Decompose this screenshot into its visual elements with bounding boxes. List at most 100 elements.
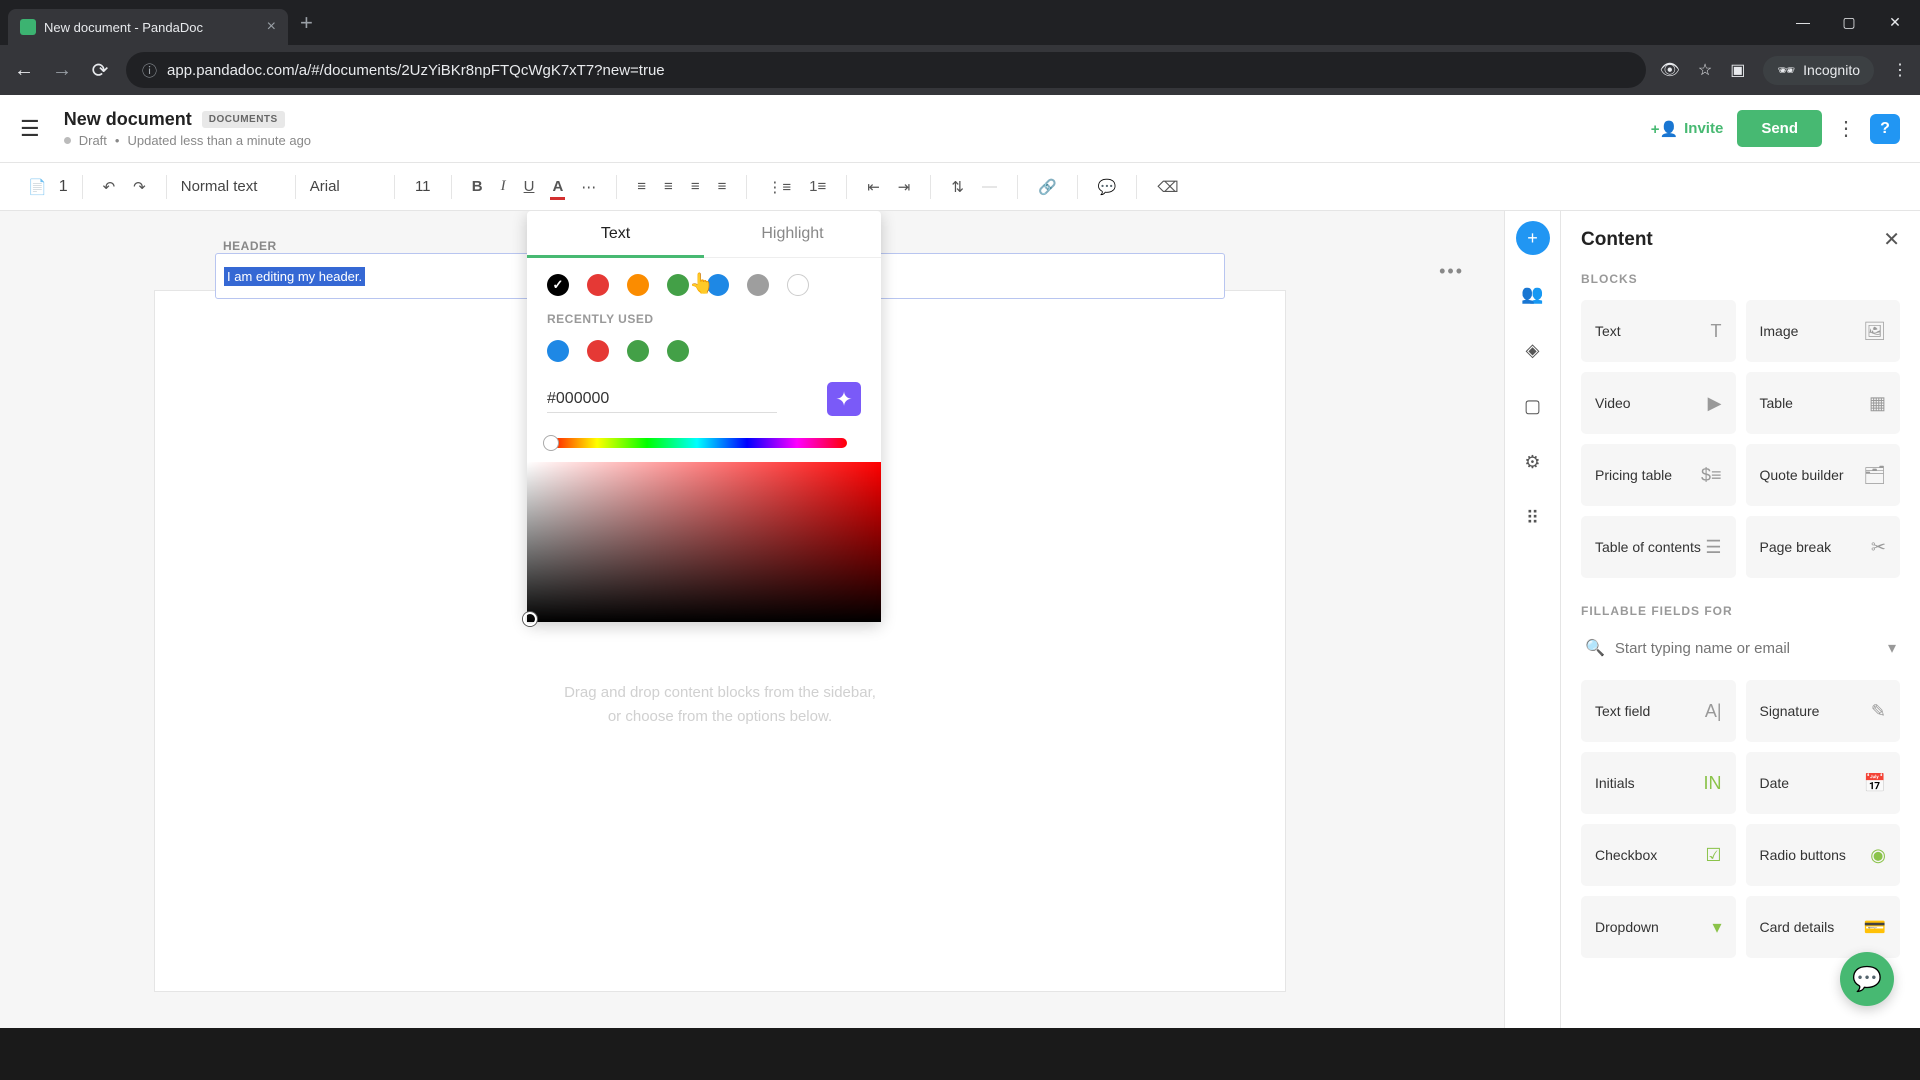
align-justify-icon[interactable]: ≡ [712, 174, 733, 199]
font-size-input[interactable]: 11 [409, 178, 437, 195]
swatch-gray[interactable] [747, 274, 769, 296]
close-window-icon[interactable]: ✕ [1886, 14, 1904, 31]
chat-bubble-button[interactable]: 💬 [1840, 952, 1894, 1006]
swatch-blue[interactable] [707, 274, 729, 296]
recent-swatch-3[interactable] [627, 340, 649, 362]
font-family-select[interactable]: Arial [310, 178, 380, 195]
hue-thumb[interactable] [543, 435, 559, 451]
workflow-icon[interactable]: ⚙ [1516, 445, 1550, 479]
more-menu-icon[interactable]: ⋮ [1836, 116, 1856, 141]
field-card-details[interactable]: Card details💳 [1746, 896, 1901, 958]
color-tab-text[interactable]: Text [527, 211, 704, 257]
recipient-search-input[interactable] [1615, 640, 1878, 657]
field-dropdown[interactable]: Dropdown▾ [1581, 896, 1736, 958]
numbered-list-icon[interactable]: 1≡ [803, 174, 832, 199]
variables-icon[interactable]: ◈ [1516, 333, 1550, 367]
new-tab-button[interactable]: + [300, 10, 313, 36]
block-image[interactable]: Image🖼 [1746, 300, 1901, 362]
block-quote-builder[interactable]: Quote builder🗂 [1746, 444, 1901, 506]
invite-button[interactable]: +👤 Invite [1651, 120, 1724, 138]
date-icon: 📅 [1864, 773, 1886, 794]
block-more-icon[interactable]: ••• [1439, 261, 1464, 282]
maximize-icon[interactable]: ▢ [1840, 14, 1858, 31]
saturation-picker[interactable] [527, 462, 881, 622]
recipient-search[interactable]: 🔍 ▾ [1581, 632, 1900, 664]
extensions-icon[interactable]: ▣ [1730, 60, 1745, 80]
swatch-green[interactable] [667, 274, 689, 296]
hue-slider[interactable] [547, 438, 847, 448]
link-icon[interactable]: 🔗 [1032, 174, 1063, 200]
browser-menu-icon[interactable]: ⋮ [1892, 60, 1908, 80]
indent-increase-icon[interactable]: ⇥ [892, 174, 917, 200]
block-text[interactable]: TextT [1581, 300, 1736, 362]
hex-input[interactable] [547, 386, 777, 413]
browser-tab[interactable]: New document - PandaDoc × [8, 9, 288, 45]
blocks-grid: TextT Image🖼 Video▶ Table▦ Pricing table… [1581, 300, 1900, 578]
indent-decrease-icon[interactable]: ⇤ [861, 174, 886, 200]
url-input[interactable]: ⓘ app.pandadoc.com/a/#/documents/2UzYiBK… [126, 52, 1646, 88]
minimize-icon[interactable]: ― [1794, 14, 1812, 31]
undo-icon[interactable]: ↶ [97, 174, 122, 200]
clear-formatting-icon[interactable]: ⌫ [1151, 174, 1184, 200]
bold-button[interactable]: B [466, 174, 489, 199]
recent-swatch-1[interactable] [547, 340, 569, 362]
chevron-down-icon[interactable]: ▾ [1888, 638, 1896, 658]
italic-button[interactable]: I [495, 174, 512, 199]
tab-close-icon[interactable]: × [267, 18, 276, 36]
help-button[interactable]: ? [1870, 114, 1900, 144]
line-spacing-icon[interactable]: ⇅ [945, 174, 970, 200]
bullet-list-icon[interactable]: ⋮≡ [761, 174, 797, 200]
align-left-icon[interactable]: ≡ [631, 174, 652, 199]
field-date[interactable]: Date📅 [1746, 752, 1901, 814]
saturation-thumb[interactable] [523, 612, 537, 626]
empty-page-hint: Drag and drop content blocks from the si… [155, 681, 1285, 729]
document-status: Draft [79, 133, 107, 148]
forward-icon[interactable]: → [50, 59, 74, 82]
card-icon: 💳 [1864, 917, 1886, 938]
pages-icon[interactable]: 📄 [22, 174, 53, 200]
panel-close-icon[interactable]: ✕ [1883, 227, 1900, 252]
fields-grid: Text fieldA| Signature✎ InitialsIN Date📅… [1581, 680, 1900, 958]
bookmark-star-icon[interactable]: ☆ [1698, 60, 1712, 80]
recent-swatch-4[interactable] [667, 340, 689, 362]
more-formatting-icon[interactable]: ⋯ [575, 174, 602, 200]
block-table[interactable]: Table▦ [1746, 372, 1901, 434]
reload-icon[interactable]: ⟳ [88, 58, 112, 83]
field-initials[interactable]: InitialsIN [1581, 752, 1736, 814]
site-info-icon[interactable]: ⓘ [142, 60, 157, 81]
paragraph-style-select[interactable]: Normal text [181, 178, 281, 195]
comment-add-icon[interactable]: 💬 [1092, 174, 1123, 200]
block-toc[interactable]: Table of contents☰ [1581, 516, 1736, 578]
apps-grid-icon[interactable]: ⠿ [1516, 501, 1550, 535]
underline-button[interactable]: U [518, 174, 541, 199]
block-page-break[interactable]: Page break✂ [1746, 516, 1901, 578]
redo-icon[interactable]: ↷ [127, 174, 152, 200]
field-radio[interactable]: Radio buttons◉ [1746, 824, 1901, 886]
page-count: 1 [59, 178, 68, 196]
back-icon[interactable]: ← [12, 59, 36, 82]
swatch-red[interactable] [587, 274, 609, 296]
hamburger-menu-icon[interactable]: ☰ [20, 116, 40, 142]
add-content-button[interactable]: + [1516, 221, 1550, 255]
block-video[interactable]: Video▶ [1581, 372, 1736, 434]
field-signature[interactable]: Signature✎ [1746, 680, 1901, 742]
document-canvas[interactable]: ••• HEADER I am editing my header. ⊞ 💬 H… [0, 211, 1504, 1080]
swatch-white[interactable] [787, 274, 809, 296]
swatch-black[interactable] [547, 274, 569, 296]
align-center-icon[interactable]: ≡ [658, 174, 679, 199]
document-title[interactable]: New document [64, 109, 192, 130]
color-tab-highlight[interactable]: Highlight [704, 211, 881, 257]
recent-swatch-2[interactable] [587, 340, 609, 362]
send-button[interactable]: Send [1737, 110, 1822, 147]
align-right-icon[interactable]: ≡ [685, 174, 706, 199]
layout-icon[interactable]: ▢ [1516, 389, 1550, 423]
eye-off-icon[interactable]: 👁 [1660, 60, 1680, 80]
add-color-button[interactable]: ✦ [827, 382, 861, 416]
swatch-orange[interactable] [627, 274, 649, 296]
text-color-button[interactable]: A [546, 174, 569, 199]
field-checkbox[interactable]: Checkbox☑ [1581, 824, 1736, 886]
recipients-icon[interactable]: 👥 [1516, 277, 1550, 311]
field-text[interactable]: Text fieldA| [1581, 680, 1736, 742]
incognito-badge[interactable]: 🕶 Incognito [1763, 56, 1874, 85]
block-pricing-table[interactable]: Pricing table$≡ [1581, 444, 1736, 506]
